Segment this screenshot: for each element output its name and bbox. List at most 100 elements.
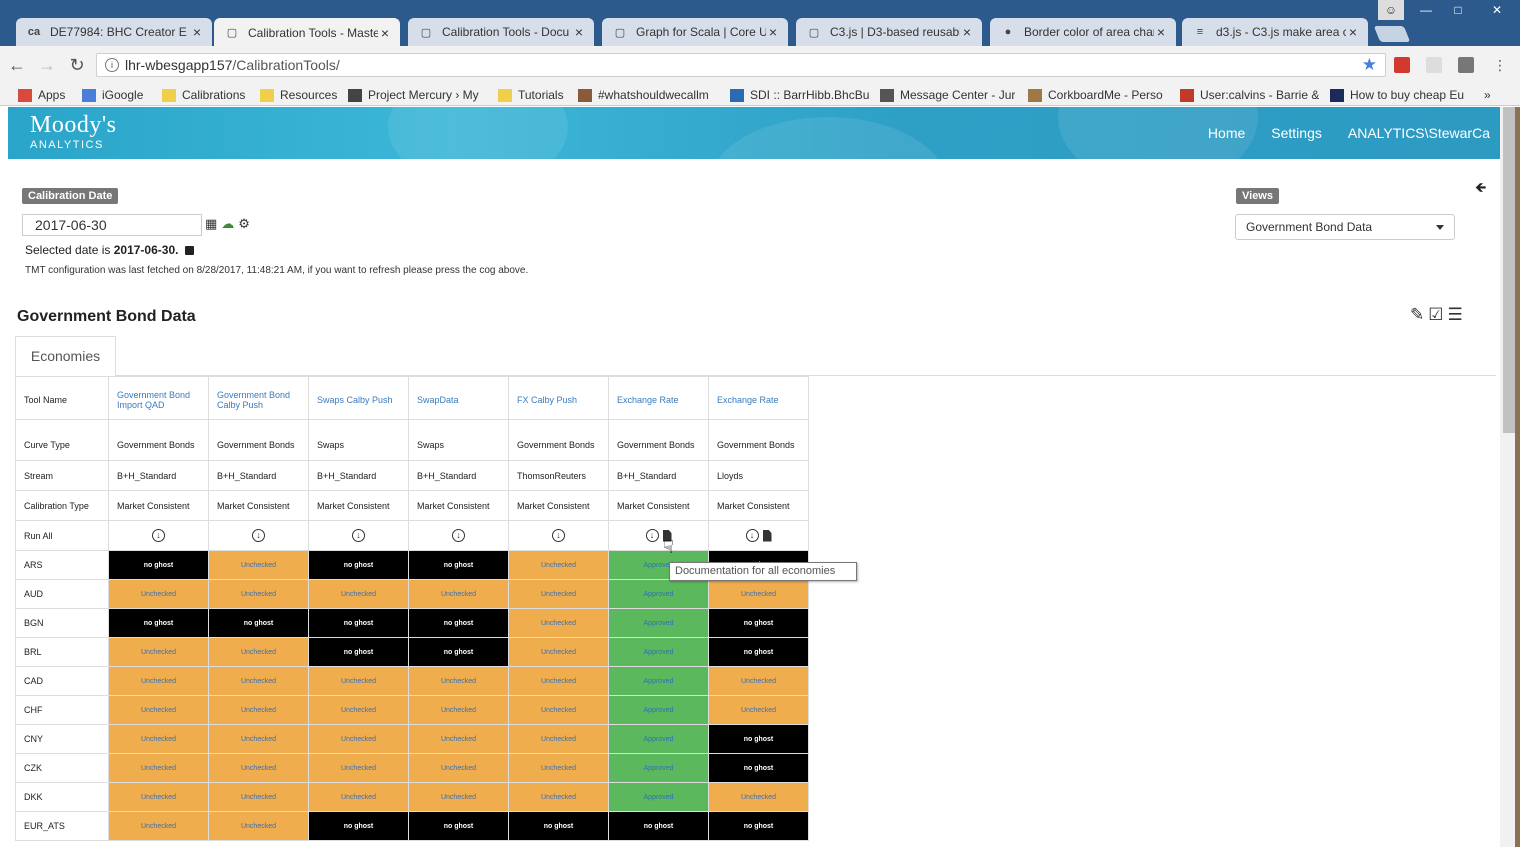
close-tab-icon[interactable]: × [190,24,204,40]
status-cell[interactable]: Approved [608,579,709,609]
document-icon[interactable] [762,529,772,542]
nav-settings-link[interactable]: Settings [1271,125,1322,141]
status-cell[interactable]: Unchecked [108,753,209,783]
status-cell[interactable]: Unchecked [208,666,309,696]
status-cell[interactable]: Approved [608,637,709,667]
status-cell[interactable]: Unchecked [208,579,309,609]
bookmark-item[interactable]: CorkboardMe - Perso [1028,86,1163,104]
status-cell[interactable]: no ghost [308,550,409,580]
chrome-menu-icon[interactable]: ⋮ [1492,57,1508,73]
status-cell[interactable]: Unchecked [708,666,809,696]
status-cell[interactable]: no ghost [408,550,509,580]
download-circle-icon[interactable]: ↓ [452,529,465,542]
cog-icon[interactable]: ⚙ [238,216,250,232]
status-cell[interactable]: Unchecked [208,811,309,841]
list-icon[interactable]: ☰ [1448,305,1463,325]
browser-tab[interactable]: ≡ d3.js - C3.js make area cl × [1182,18,1368,46]
status-cell[interactable]: Unchecked [108,637,209,667]
status-cell[interactable]: no ghost [308,637,409,667]
browser-tab[interactable]: ▢ Calibration Tools - Maste × [214,18,400,47]
calibration-date-input[interactable]: 2017-06-30 [22,214,202,236]
edit-square-icon[interactable]: ☑ [1428,305,1443,325]
status-cell[interactable]: no ghost [708,637,809,667]
download-circle-icon[interactable]: ↓ [252,529,265,542]
status-cell[interactable]: Unchecked [508,666,609,696]
status-cell[interactable]: no ghost [508,811,609,841]
bookmark-item[interactable]: Project Mercury › My [348,86,479,104]
download-circle-icon[interactable]: ↓ [152,529,165,542]
info-icon[interactable]: i [105,58,119,72]
status-cell[interactable]: Unchecked [108,666,209,696]
url-input[interactable]: i lhr-wbesgapp157/CalibrationTools/ ★ [96,53,1386,77]
download-circle-icon[interactable]: ↓ [352,529,365,542]
bookmark-item[interactable]: Tutorials [498,86,564,104]
bookmark-star-icon[interactable]: ★ [1362,54,1377,76]
status-cell[interactable]: Unchecked [108,811,209,841]
cloud-download-icon[interactable]: ☁ [221,216,234,232]
status-cell[interactable]: Unchecked [308,695,409,725]
extension-lastpass-icon[interactable] [1394,57,1410,73]
status-cell[interactable]: Unchecked [408,753,509,783]
browser-tab[interactable]: ▢ Graph for Scala | Core Us × [602,18,788,46]
status-cell[interactable]: Unchecked [708,579,809,609]
status-cell[interactable]: no ghost [708,753,809,783]
new-tab-button[interactable] [1373,26,1411,42]
bookmark-item[interactable]: How to buy cheap Eu [1330,86,1464,104]
bookmark-item[interactable]: Message Center - Jur [880,86,1015,104]
status-cell[interactable]: no ghost [308,811,409,841]
tool-name-link[interactable]: FX Calby Push [508,376,609,420]
status-cell[interactable]: Unchecked [508,550,609,580]
bookmark-item[interactable]: Calibrations [162,86,245,104]
minimize-button[interactable]: — [1410,0,1442,20]
bookmark-item[interactable]: Resources [260,86,337,104]
scrollbar-thumb[interactable] [1503,107,1515,433]
status-cell[interactable]: Unchecked [308,782,409,812]
status-cell[interactable]: no ghost [208,608,309,638]
status-cell[interactable]: Unchecked [708,782,809,812]
tool-name-link[interactable]: Government Bond Import QAD [108,376,209,420]
status-cell[interactable]: no ghost [408,637,509,667]
status-cell[interactable]: Unchecked [108,579,209,609]
close-tab-icon[interactable]: × [1154,24,1168,40]
back-button[interactable]: ← [4,52,30,78]
status-cell[interactable]: Approved [608,608,709,638]
status-cell[interactable]: Unchecked [408,695,509,725]
tool-name-link[interactable]: Swaps Calby Push [308,376,409,420]
browser-tab[interactable]: ca DE77984: BHC Creator E × [16,18,212,46]
tool-name-link[interactable]: Exchange Rate [708,376,809,420]
download-circle-icon[interactable]: ↓ [552,529,565,542]
forward-button[interactable]: → [34,52,60,78]
status-cell[interactable]: no ghost [308,608,409,638]
status-cell[interactable]: no ghost [708,608,809,638]
close-tab-icon[interactable]: × [1346,24,1360,40]
views-select[interactable]: Government Bond Data [1235,214,1455,240]
status-cell[interactable]: Unchecked [508,637,609,667]
status-cell[interactable]: Approved [608,724,709,754]
status-cell[interactable]: Approved [608,782,709,812]
status-cell[interactable]: Unchecked [708,695,809,725]
bookmarks-overflow-button[interactable]: » [1484,86,1491,104]
status-cell[interactable]: no ghost [108,608,209,638]
moodys-logo[interactable]: Moody's ANALYTICS [30,113,117,151]
status-cell[interactable]: Unchecked [308,724,409,754]
pencil-icon[interactable]: ✎ [1410,305,1424,325]
status-cell[interactable]: Unchecked [208,782,309,812]
bookmark-item[interactable]: Apps [18,86,65,104]
status-cell[interactable]: Unchecked [308,753,409,783]
browser-tab[interactable]: ● Border color of area char × [990,18,1176,46]
extension-square-icon[interactable] [1458,57,1474,73]
nav-user-link[interactable]: ANALYTICS\StewarCa [1348,125,1490,141]
status-cell[interactable]: no ghost [108,550,209,580]
close-tab-icon[interactable]: × [960,24,974,40]
status-cell[interactable]: Unchecked [408,666,509,696]
maximize-button[interactable]: □ [1442,0,1474,20]
reload-button[interactable]: ↻ [64,52,90,78]
status-cell[interactable]: Unchecked [508,695,609,725]
status-cell[interactable]: Unchecked [208,637,309,667]
close-tab-icon[interactable]: × [378,25,392,41]
nav-home-link[interactable]: Home [1208,125,1245,141]
status-cell[interactable]: Unchecked [508,608,609,638]
download-circle-icon[interactable]: ↓ [645,529,659,542]
status-cell[interactable]: Unchecked [108,695,209,725]
status-cell[interactable]: Unchecked [308,579,409,609]
